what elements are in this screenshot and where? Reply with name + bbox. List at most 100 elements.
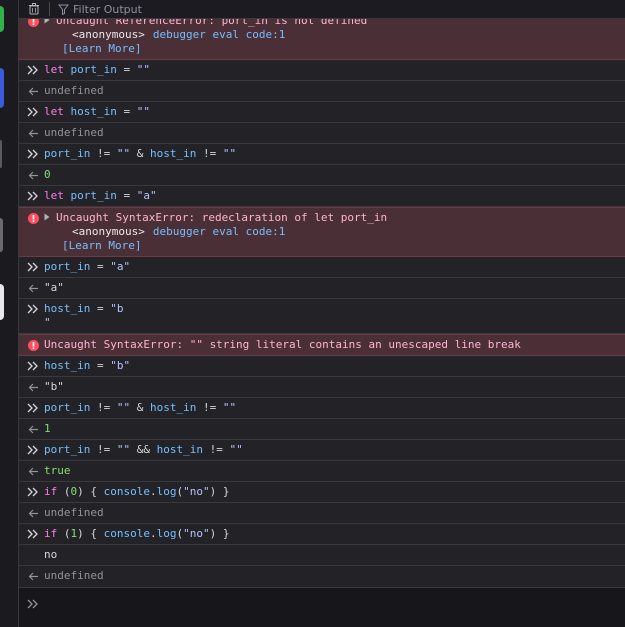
double-chevron-right-icon: [27, 147, 39, 161]
arrow-left-icon: [27, 126, 39, 140]
result-value: undefined: [44, 84, 104, 97]
learn-more-link[interactable]: [Learn More]: [44, 239, 617, 253]
double-chevron-right-icon: [27, 302, 39, 316]
double-chevron-right-icon: [27, 485, 39, 499]
console-input-entry: host_in = "b ": [19, 299, 625, 334]
double-chevron-right-icon: [27, 260, 39, 274]
console-input-entry: let port_in = "": [19, 60, 625, 81]
console-log-entry: no: [19, 545, 625, 566]
console-messages: Uncaught ReferenceError: port_in is not …: [19, 19, 625, 586]
input-code: if (0) { console.log("no") }: [44, 485, 230, 498]
strip-light-shape: [0, 284, 4, 320]
clear-console-button[interactable]: [25, 0, 43, 18]
arrow-left-icon: [27, 569, 39, 583]
console-input-entry: port_in = "a": [19, 257, 625, 278]
double-chevron-right-icon: [27, 527, 39, 541]
error-message-line: Uncaught ReferenceError: port_in is not …: [44, 19, 617, 28]
double-chevron-right-icon: [27, 359, 39, 373]
error-icon: [27, 211, 39, 225]
console-result-entry: "a": [19, 278, 625, 299]
filter-icon: [58, 4, 69, 15]
trash-icon: [29, 3, 39, 15]
input-code: let port_in = "a": [44, 189, 157, 202]
error-message: Uncaught ReferenceError: port_in is not …: [56, 19, 368, 27]
console-result-entry: 1: [19, 419, 625, 440]
console-result-entry: undefined: [19, 566, 625, 586]
arrow-left-icon: [27, 422, 39, 436]
error-icon: [27, 338, 39, 352]
result-value: undefined: [44, 506, 104, 519]
arrow-left-icon: [27, 380, 39, 394]
devtools-console: Uncaught ReferenceError: port_in is not …: [0, 0, 625, 627]
console-output: Uncaught ReferenceError: port_in is not …: [19, 19, 625, 586]
input-code: host_in = "b": [44, 359, 131, 372]
stack-frame-function: <anonymous>: [72, 225, 145, 238]
strip-gray-shape: [0, 140, 2, 168]
input-code: let port_in = "": [44, 63, 150, 76]
stack-frame-location-link[interactable]: debugger eval code:1: [153, 28, 285, 41]
double-chevron-right-icon: [27, 189, 39, 203]
console-input-entry: if (0) { console.log("no") }: [19, 482, 625, 503]
console-error-entry: Uncaught SyntaxError: redeclaration of l…: [19, 207, 625, 257]
console-toolbar: [19, 0, 625, 19]
expand-toggle-icon[interactable]: [44, 19, 52, 28]
error-message-line: Uncaught SyntaxError: redeclaration of l…: [44, 211, 617, 225]
result-value: true: [44, 464, 71, 477]
console-error-entry: Uncaught ReferenceError: port_in is not …: [19, 19, 625, 60]
filter-output[interactable]: [58, 2, 273, 16]
arrow-left-icon: [27, 281, 39, 295]
console-input-entry: let host_in = "": [19, 102, 625, 123]
result-value: "a": [44, 281, 64, 294]
input-code: port_in != "" & host_in != "": [44, 147, 237, 160]
console-input-entry: port_in != "" && host_in != "": [19, 440, 625, 461]
result-value: 0: [44, 168, 51, 181]
console-input-area[interactable]: [19, 587, 625, 627]
console-result-entry: undefined: [19, 123, 625, 144]
console-result-entry: true: [19, 461, 625, 482]
stack-frame-location-link[interactable]: debugger eval code:1: [153, 225, 285, 238]
arrow-left-icon: [27, 168, 39, 182]
strip-green-shape: [0, 6, 4, 32]
toolbar-separator: [49, 2, 50, 16]
console-input-entry: if (1) { console.log("no") }: [19, 524, 625, 545]
input-code: let host_in = "": [44, 105, 150, 118]
error-icon: [27, 19, 39, 28]
input-code: port_in = "a": [44, 260, 131, 273]
stack-frame-function: <anonymous>: [72, 28, 145, 41]
console-input-entry: port_in != "" & host_in != "": [19, 398, 625, 419]
console-error-entry: Uncaught SyntaxError: "" string literal …: [19, 334, 625, 356]
input-code: host_in = "b: [44, 302, 124, 315]
result-value: undefined: [44, 569, 104, 582]
console-input-entry: host_in = "b": [19, 356, 625, 377]
double-chevron-right-icon: [27, 63, 39, 77]
expand-toggle-icon[interactable]: [44, 211, 52, 225]
double-chevron-right-icon: [27, 105, 39, 119]
arrow-left-icon: [27, 84, 39, 98]
log-value: no: [44, 548, 58, 561]
strip-gray-shape-2: [0, 218, 3, 252]
filter-output-input[interactable]: [73, 2, 273, 16]
left-window-strip: [0, 0, 19, 627]
stack-frame: <anonymous> debugger eval code:1: [44, 28, 617, 42]
error-message: Uncaught SyntaxError: redeclaration of l…: [56, 211, 388, 224]
console-result-entry: "b": [19, 377, 625, 398]
double-chevron-right-icon: [27, 594, 39, 613]
console-input-entry: let port_in = "a": [19, 186, 625, 207]
result-value: 1: [44, 422, 51, 435]
stack-frame: <anonymous> debugger eval code:1: [44, 225, 617, 239]
console-result-entry: 0: [19, 165, 625, 186]
console-result-entry: undefined: [19, 503, 625, 524]
input-code: if (1) { console.log("no") }: [44, 527, 230, 540]
console-input[interactable]: [44, 592, 618, 612]
double-chevron-right-icon: [27, 443, 39, 457]
learn-more-link[interactable]: [Learn More]: [44, 42, 617, 56]
error-message: Uncaught SyntaxError: "" string literal …: [44, 338, 521, 351]
console-result-entry: undefined: [19, 81, 625, 102]
double-chevron-right-icon: [27, 401, 39, 415]
arrow-left-icon: [27, 506, 39, 520]
input-code-line-2: ": [44, 316, 51, 329]
strip-blue-shape: [0, 68, 4, 108]
result-value: "b": [44, 380, 64, 393]
input-code: port_in != "" & host_in != "": [44, 401, 237, 414]
input-code: port_in != "" && host_in != "": [44, 443, 243, 456]
